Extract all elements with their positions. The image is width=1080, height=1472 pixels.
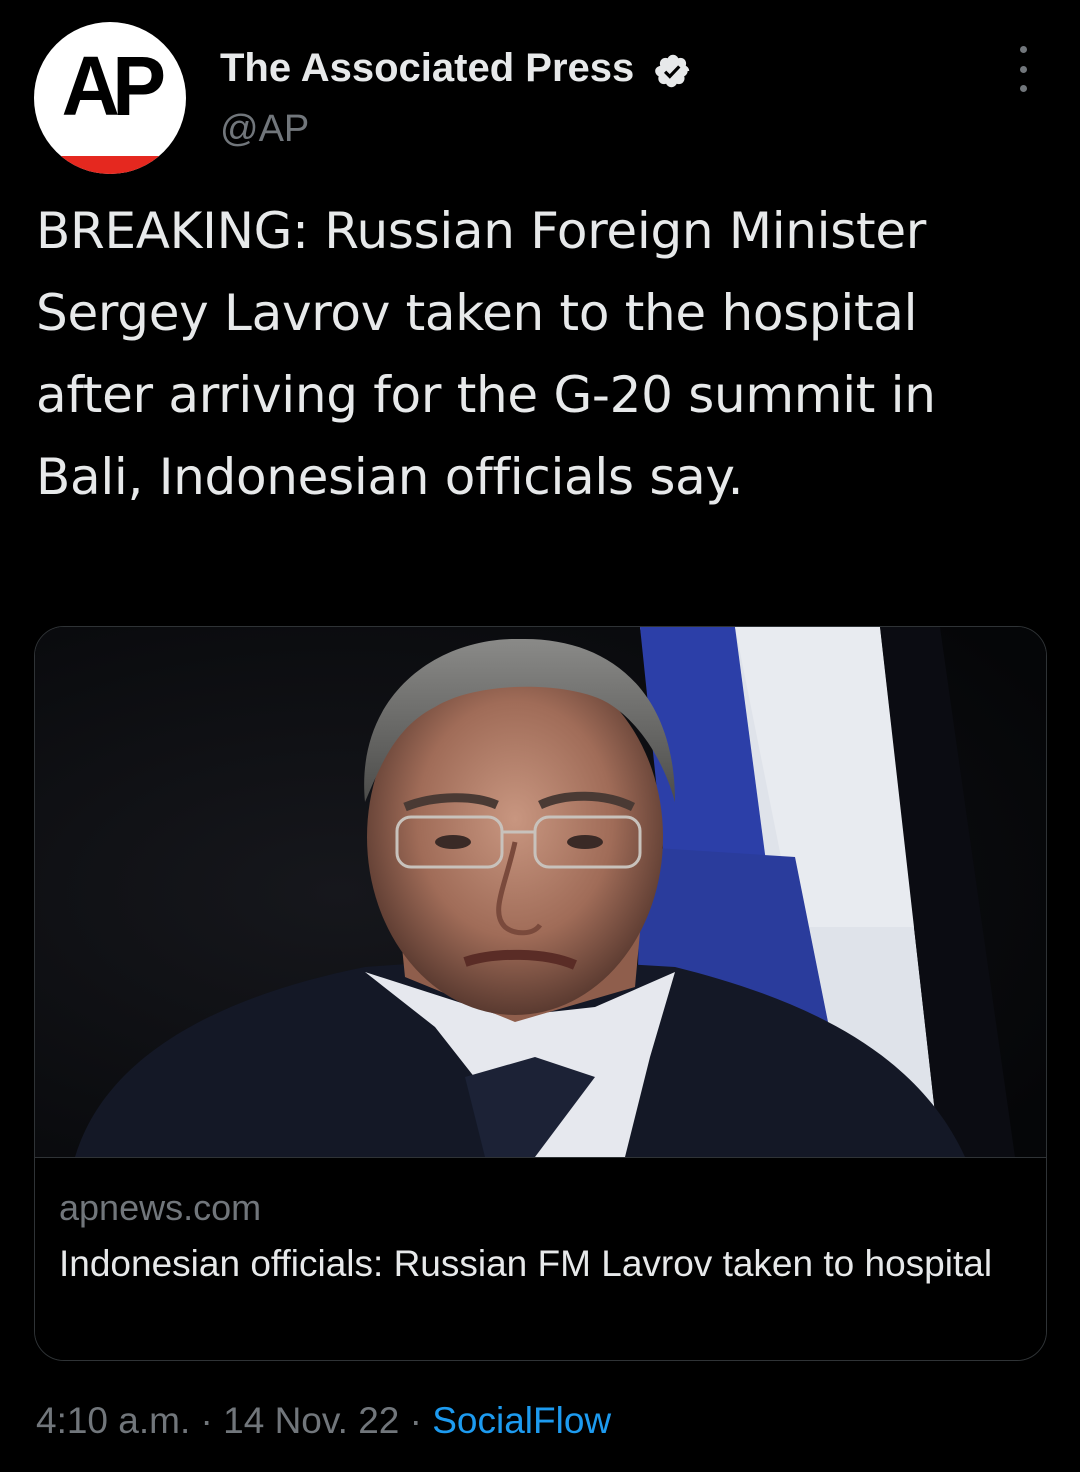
avatar-logo-text: AP [61,39,166,133]
verified-badge-icon [655,54,690,88]
avatar[interactable]: AP [34,22,186,174]
tweet-text: BREAKING: Russian Foreign Minister Serge… [36,202,936,506]
card-domain: apnews.com [59,1187,262,1228]
link-card[interactable]: apnews.com Indonesian officials: Russian… [34,626,1047,1361]
more-options-dot [1019,85,1027,92]
card-meta[interactable]: apnews.com Indonesian officials: Russian… [35,1157,1046,1360]
tweet-source-link[interactable]: SocialFlow [432,1400,611,1441]
card-photo [35,627,1046,1157]
card-image[interactable] [35,627,1046,1157]
tweet-date[interactable]: 14 Nov. 22 [223,1400,399,1441]
avatar-logo-red-bar [34,156,186,174]
more-options-icon[interactable] [1006,46,1040,92]
separator: · [409,1400,422,1441]
more-options-dot [1019,46,1027,53]
tweet: AP The Associated Press @AP BREAKING: Ru… [0,0,1080,1472]
tweet-meta: 4:10 a.m. · 14 Nov. 22 · SocialFlow [36,1398,611,1444]
handle[interactable]: @AP [220,106,309,152]
card-title: Indonesian officials: Russian FM Lavrov … [59,1243,993,1284]
separator: · [200,1400,213,1441]
tweet-time[interactable]: 4:10 a.m. [36,1400,190,1441]
more-options-dot [1019,65,1027,73]
display-name[interactable]: The Associated Press [220,44,634,92]
